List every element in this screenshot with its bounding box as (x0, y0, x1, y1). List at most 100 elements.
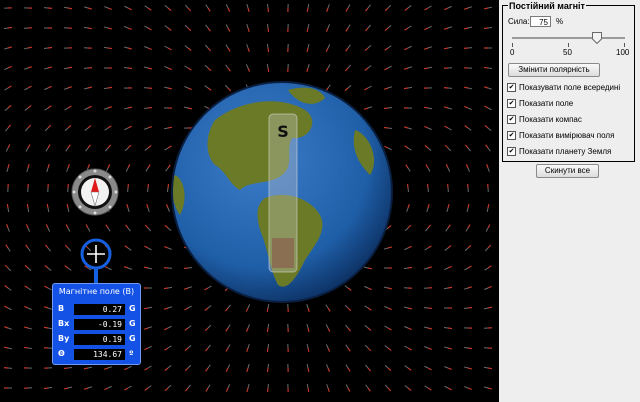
flip-polarity-button[interactable]: Змінити полярність (508, 63, 600, 77)
field-vector (306, 324, 310, 333)
field-vector (306, 23, 310, 33)
field-vector (404, 245, 412, 251)
checkbox-label: Показувати поле всередині (519, 83, 621, 92)
field-vector (45, 244, 51, 252)
field-vector (246, 344, 250, 352)
field-vector (485, 144, 491, 152)
field-vector (426, 183, 429, 193)
field-vector (464, 105, 472, 111)
field-meter-title: Магнітне поле (B) (58, 287, 135, 296)
field-vector (444, 346, 453, 350)
field-vector (326, 384, 330, 392)
field-vector (485, 224, 491, 232)
checkbox-box[interactable]: ✔ (507, 83, 516, 92)
field-vector (403, 306, 413, 310)
checkbox-show-meter[interactable]: ✔ Показати вимірювач поля (507, 130, 633, 141)
field-vector (464, 286, 473, 290)
bar-magnet[interactable]: S (268, 113, 298, 273)
field-vector (245, 304, 251, 312)
field-vector (267, 3, 270, 13)
field-vector (463, 346, 473, 350)
field-vector (463, 86, 473, 90)
field-meter-probe[interactable] (79, 237, 113, 285)
field-vector (44, 264, 52, 271)
field-vector (266, 23, 270, 33)
field-vector (424, 25, 432, 31)
field-vector (144, 145, 152, 151)
field-vector (443, 46, 453, 50)
field-vector (464, 265, 472, 271)
field-vector (84, 105, 92, 111)
field-vector (325, 344, 331, 352)
checkbox-box[interactable]: ✔ (507, 131, 516, 140)
field-vector (104, 366, 112, 370)
field-vector (45, 144, 51, 152)
field-vector (184, 24, 192, 32)
field-vector (306, 44, 310, 53)
field-vector (484, 124, 492, 131)
field-vector (44, 124, 52, 132)
field-vector (483, 27, 493, 30)
field-vector (444, 5, 452, 11)
field-vector (66, 164, 70, 172)
field-vector (344, 304, 352, 312)
reset-all-button[interactable]: Скинути все (536, 164, 599, 178)
field-vector (287, 303, 289, 313)
field-meter[interactable]: Магнітне поле (B) B 0.27 G Bx -0.19 G By… (52, 283, 141, 365)
field-vector (483, 327, 493, 329)
field-vector (23, 346, 33, 350)
field-vector (84, 86, 93, 90)
field-vector (205, 364, 211, 372)
strength-input[interactable]: 75 (530, 16, 551, 27)
meter-row-by: By 0.19 G (53, 334, 140, 346)
field-vector (384, 45, 392, 51)
strength-slider-track[interactable] (512, 37, 625, 39)
field-vector (404, 326, 412, 331)
field-vector (4, 326, 12, 330)
field-vector (184, 344, 192, 352)
field-vector (365, 364, 372, 372)
field-vector (306, 383, 310, 393)
checkbox-box[interactable]: ✔ (507, 99, 516, 108)
checkbox-box[interactable]: ✔ (507, 115, 516, 124)
checkbox-label: Показати вимірювач поля (519, 131, 615, 140)
field-vector (84, 125, 92, 131)
field-vector (184, 65, 192, 71)
field-vector (364, 65, 372, 71)
field-vector (445, 224, 451, 232)
field-vector (446, 203, 450, 212)
compass[interactable] (70, 168, 120, 216)
field-vector (204, 44, 212, 52)
field-vector (65, 144, 71, 152)
field-vector (225, 44, 231, 52)
field-vector (205, 384, 211, 392)
checkbox-show-field[interactable]: ✔ Показати поле (507, 98, 633, 109)
field-vector (43, 7, 53, 10)
field-vector (164, 65, 172, 71)
field-vector (364, 24, 372, 32)
field-vector (464, 366, 473, 370)
slider-min-label: 0 (510, 48, 515, 57)
slider-max-label: 100 (616, 48, 630, 57)
checkbox-box[interactable]: ✔ (507, 147, 516, 156)
field-vector (246, 44, 250, 52)
slider-tick (624, 43, 625, 47)
field-vector (406, 183, 409, 193)
field-vector (23, 387, 33, 389)
checkbox-show-inside[interactable]: ✔ Показувати поле всередині (507, 82, 633, 93)
field-vector (124, 5, 132, 11)
field-vector (123, 67, 133, 70)
field-vector (24, 124, 32, 132)
strength-slider-thumb[interactable] (591, 32, 602, 44)
field-vector (384, 305, 392, 311)
field-vector (444, 144, 452, 152)
checkbox-show-earth[interactable]: ✔ Показати планету Земля (507, 146, 633, 157)
field-vector (4, 285, 12, 291)
field-vector (384, 325, 392, 331)
field-vector (306, 64, 310, 73)
checkbox-show-compass[interactable]: ✔ Показати компас (507, 114, 633, 125)
field-vector (64, 105, 72, 111)
meter-label: Bx (58, 319, 70, 328)
field-vector (444, 366, 452, 371)
field-vector (484, 244, 492, 252)
